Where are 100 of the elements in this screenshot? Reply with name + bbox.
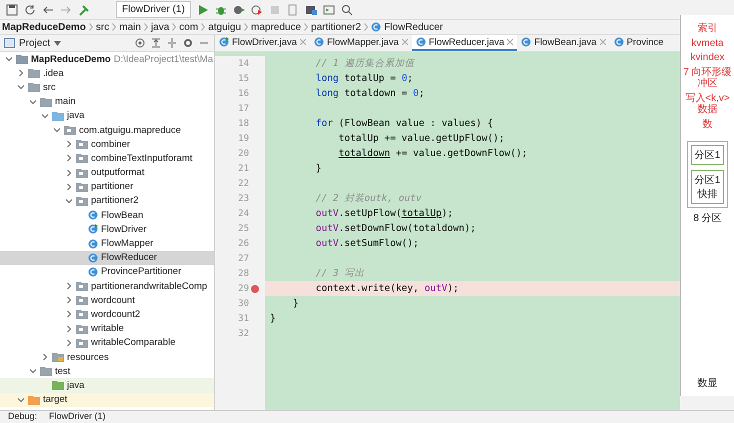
profile-icon[interactable]: [250, 4, 263, 16]
editor-tab[interactable]: Province: [610, 35, 668, 51]
breadcrumb-item[interactable]: mapreduce: [251, 22, 302, 32]
tree-item[interactable]: outputformat: [0, 166, 214, 180]
tree-item[interactable]: java: [0, 108, 214, 123]
refresh-icon[interactable]: [24, 4, 36, 16]
package-icon: [76, 153, 88, 164]
tree-item[interactable]: combiner: [0, 137, 214, 152]
breadcrumb-item[interactable]: atguigu: [208, 22, 242, 32]
breadcrumb-item[interactable]: java: [150, 22, 170, 32]
package-icon: [76, 168, 88, 178]
tree-item[interactable]: partitioner2: [0, 194, 214, 208]
editor-tab[interactable]: FlowBean.java: [517, 35, 610, 51]
tree-item[interactable]: wordcount: [0, 293, 214, 308]
diagram-label: kvindex: [690, 52, 724, 64]
package-icon: [64, 125, 76, 136]
tree-item[interactable]: java: [0, 378, 214, 392]
line-number: 17: [238, 104, 249, 114]
debug-label: Debug:: [8, 411, 38, 421]
tree-item[interactable]: test: [0, 364, 214, 378]
save-icon[interactable]: [6, 4, 18, 16]
package-icon: [76, 182, 88, 192]
tree-item[interactable]: wordcount2: [0, 307, 214, 322]
tree-item-label: java: [67, 380, 84, 391]
editor-tab[interactable]: FlowReducer.java: [412, 35, 518, 51]
code-line: long totaldown = 0;: [314, 88, 424, 99]
package-icon: [76, 338, 88, 348]
editor-tab[interactable]: FlowDriver.java: [215, 35, 310, 51]
tree-item[interactable]: partitionerandwritableComp: [0, 279, 214, 294]
search-icon[interactable]: [340, 4, 353, 16]
editor-tab[interactable]: FlowMapper.java: [310, 35, 412, 51]
tree-item-label: combiner: [91, 138, 130, 150]
panel-title[interactable]: Project: [19, 38, 50, 48]
tree-item-label: main: [55, 96, 76, 108]
line-number: 28: [238, 268, 249, 278]
chevron-icon: [88, 23, 93, 31]
class-icon: [371, 22, 382, 32]
code-line: outV.setSumFlow();: [314, 238, 419, 249]
tree-item-label: FlowDriver: [101, 224, 146, 235]
diagram-label: kvmeta: [691, 38, 724, 49]
run-config-dropdown[interactable]: FlowDriver (1): [116, 1, 191, 18]
code-line: // 2 封装outk, outv: [314, 192, 422, 205]
diagram-caption: 8 分区: [693, 212, 722, 225]
terminal-icon[interactable]: [322, 4, 335, 16]
tree-item[interactable]: src: [0, 80, 214, 95]
tree-item[interactable]: writable: [0, 322, 214, 336]
code-line: totalUp += value.getUpFlow();: [338, 133, 504, 144]
tree-item[interactable]: com.atguigu.mapreduce: [0, 122, 214, 138]
run-icon[interactable]: [196, 4, 209, 16]
chevron-icon: [364, 23, 368, 31]
folder-icon: [16, 54, 28, 64]
line-number: 20: [238, 148, 249, 158]
tree-item[interactable]: resources: [0, 350, 214, 364]
coverage-icon[interactable]: [232, 4, 245, 16]
tree-item[interactable]: main: [0, 94, 214, 109]
tree-item[interactable]: ProvincePartitioner: [0, 264, 214, 279]
tree-item-label: writableComparable: [91, 337, 176, 348]
breadcrumb-item[interactable]: main: [119, 22, 141, 32]
locate-icon[interactable]: [134, 37, 146, 49]
tree-item-label: FlowMapper: [101, 238, 154, 250]
tree-item-label: combineTextInputforamt: [91, 152, 192, 164]
package-icon: [76, 324, 88, 334]
tree-item[interactable]: MapReduceDemo D:\IdeaProject1\test\Ma: [0, 52, 214, 66]
package-icon: [76, 295, 88, 306]
tree-item-label: FlowReducer: [101, 252, 157, 264]
breadcrumb-item[interactable]: src: [96, 22, 110, 32]
tree-item[interactable]: FlowReducer: [0, 250, 214, 265]
breadcrumb-item[interactable]: partitioner2: [311, 22, 362, 32]
tree-item[interactable]: writableComparable: [0, 336, 214, 350]
class-icon: [614, 37, 624, 47]
tree-item[interactable]: FlowDriver: [0, 222, 214, 236]
code-line: }: [292, 298, 299, 309]
line-number: 18: [238, 118, 249, 128]
tree-item-label: partitioner2: [91, 195, 139, 206]
diagram-caption: 数显: [698, 377, 718, 390]
chevron-icon: [244, 23, 248, 31]
structure-icon[interactable]: [286, 4, 299, 16]
debug-session-tab[interactable]: FlowDriver (1): [49, 411, 106, 421]
dropdown-icon[interactable]: [54, 40, 62, 46]
project-structure-icon[interactable]: [304, 4, 317, 16]
breadcrumb-item[interactable]: MapReduceDemo: [2, 22, 86, 32]
folder-icon: [52, 352, 64, 362]
code-line: // 3 写出: [314, 267, 364, 280]
tree-item[interactable]: .idea: [0, 66, 214, 80]
tree-item[interactable]: FlowBean: [0, 208, 214, 222]
panel-icon: [4, 38, 15, 48]
tree-item[interactable]: combineTextInputforamt: [0, 151, 214, 166]
code-line: for (FlowBean value : values) {: [314, 118, 494, 129]
back-icon[interactable]: [42, 4, 54, 16]
tree-item[interactable]: partitioner: [0, 180, 214, 194]
hammer-icon[interactable]: [78, 4, 90, 16]
chevron-icon: [144, 23, 148, 31]
breakpoint-icon[interactable]: [251, 284, 259, 292]
breadcrumb-item[interactable]: FlowReducer: [384, 22, 443, 32]
tree-item[interactable]: FlowMapper: [0, 236, 214, 251]
line-number: 23: [238, 194, 249, 204]
breadcrumb-item[interactable]: com: [179, 22, 198, 32]
tree-item[interactable]: target: [0, 392, 214, 407]
line-number: 27: [238, 254, 249, 264]
expand-all-icon[interactable]: [150, 37, 162, 49]
